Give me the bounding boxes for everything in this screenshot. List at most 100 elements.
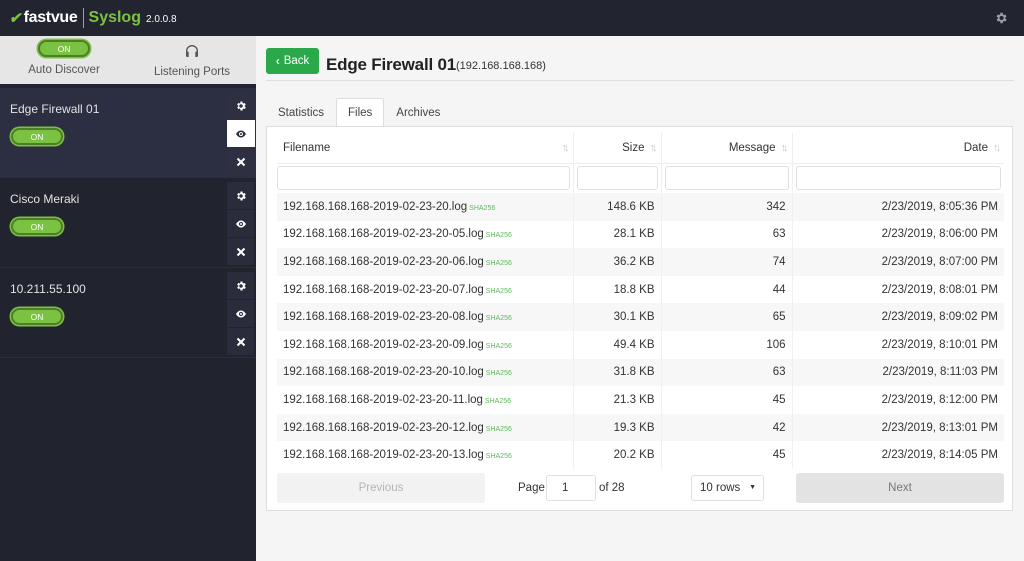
sha256-link[interactable]: SHA256 <box>485 398 511 405</box>
auto-discover-label: Auto Discover <box>28 64 100 76</box>
sha256-link[interactable]: SHA256 <box>486 315 512 322</box>
cell-filename: 192.168.168.168-2019-02-23-20-07.log SHA2… <box>277 275 574 304</box>
cell-message: 342 <box>661 193 793 221</box>
device-actions <box>227 272 255 356</box>
next-button[interactable]: Next <box>796 473 1004 503</box>
cell-message: 42 <box>661 413 793 442</box>
cell-date: 2/23/2019, 8:11:03 PM <box>882 366 998 379</box>
top-bar: ✔ fastvue Syslog 2.0.0.8 <box>0 0 1024 36</box>
main-content: ‹ Back Edge Firewall 01 (192.168.168.168… <box>256 36 1024 561</box>
cell-date: 2/23/2019, 8:14:05 PM <box>881 449 998 462</box>
back-button-label: Back <box>283 55 310 67</box>
device-view-button[interactable] <box>227 300 254 327</box>
device-settings-button[interactable] <box>227 272 254 299</box>
page-title: Edge Firewall 01 <box>326 55 457 74</box>
device-view-button[interactable] <box>227 210 254 237</box>
cell-date: 2/23/2019, 8:07:00 PM <box>881 255 998 268</box>
tabs: Statistics Files Archives <box>266 98 452 127</box>
previous-button[interactable]: Previous <box>277 473 485 503</box>
files-table: Filename ↑↓ Size ↑↓ Message ↑↓ Date ↑↓ 192.1… <box>277 133 1004 469</box>
sidebar-controls: ON Auto Discover Listening Ports <box>0 36 256 88</box>
sha256-link[interactable]: SHA256 <box>486 453 512 460</box>
settings-gear-icon[interactable] <box>994 11 1008 25</box>
cell-message: 65 <box>661 303 793 331</box>
device-remove-button[interactable] <box>227 148 254 175</box>
cell-message: 106 <box>661 330 793 359</box>
back-button[interactable]: ‹ Back <box>266 48 319 74</box>
table-row: 192.168.168.168-2019-02-23-20.log SHA256 1… <box>277 193 1004 221</box>
device-toggle[interactable]: ON <box>11 308 63 325</box>
cell-date: 2/23/2019, 8:08:01 PM <box>881 283 998 296</box>
device-settings-button[interactable] <box>227 92 254 119</box>
table-row: 192.168.168.168-2019-02-23-20-07.log SHA2… <box>277 275 1004 304</box>
cell-message: 44 <box>661 275 793 304</box>
tab-statistics[interactable]: Statistics <box>266 98 336 127</box>
close-icon <box>236 157 245 166</box>
table-row: 192.168.168.168-2019-02-23-20-08.log SHA2… <box>277 303 1004 331</box>
table-header-row: Filename ↑↓ Size ↑↓ Message ↑↓ Date ↑↓ <box>277 133 1004 164</box>
files-panel: Filename ↑↓ Size ↑↓ Message ↑↓ Date ↑↓ 192.1… <box>266 126 1013 511</box>
cell-message: 74 <box>661 248 793 276</box>
cell-size: 49.4 KB <box>573 330 662 359</box>
table-row: 192.168.168.168-2019-02-23-20-13.log SHA2… <box>277 441 1004 469</box>
sha256-link[interactable]: SHA256 <box>486 260 512 267</box>
message-filter-input[interactable] <box>664 166 789 191</box>
cell-filename: 192.168.168.168-2019-02-23-20.log SHA256 <box>277 193 574 221</box>
sha256-link[interactable]: SHA256 <box>486 343 512 350</box>
sha256-link[interactable]: SHA256 <box>486 232 512 239</box>
close-icon <box>236 247 245 256</box>
cell-size: 19.3 KB <box>573 413 662 442</box>
device-remove-button[interactable] <box>227 328 254 355</box>
rows-per-page-select[interactable]: 10 rows ▼ <box>691 475 764 501</box>
device-item-edge-firewall[interactable]: Edge Firewall 01 ON <box>0 88 256 178</box>
cell-size: 30.1 KB <box>573 303 662 331</box>
date-filter-input[interactable] <box>795 166 1001 191</box>
device-item-cisco-meraki[interactable]: Cisco Meraki ON <box>0 178 256 268</box>
sidebar: ON Auto Discover Listening Ports Edge Fi… <box>0 36 256 561</box>
cell-message: 45 <box>661 441 793 469</box>
listening-ports-label: Listening Ports <box>153 66 231 78</box>
device-view-button[interactable] <box>227 120 255 147</box>
column-header-message[interactable]: Message ↑↓ <box>661 133 793 164</box>
device-toggle[interactable]: ON <box>11 128 63 145</box>
pagination: Previous Page of 28 10 rows ▼ Next <box>277 473 1004 503</box>
device-toggle[interactable]: ON <box>11 218 63 235</box>
cell-size: 148.6 KB <box>573 193 662 221</box>
sha256-link[interactable]: SHA256 <box>486 370 512 377</box>
device-remove-button[interactable] <box>227 238 254 265</box>
cell-date: 2/23/2019, 8:13:01 PM <box>881 421 998 434</box>
close-icon <box>236 337 245 346</box>
cell-date: 2/23/2019, 8:05:36 PM <box>881 200 998 213</box>
tab-files[interactable]: Files <box>336 98 385 127</box>
cell-date: 2/23/2019, 8:10:01 PM <box>881 338 998 351</box>
table-body: 192.168.168.168-2019-02-23-20.log SHA256 1… <box>277 193 1004 469</box>
device-item-10-211-55-100[interactable]: 10.211.55.100 ON <box>0 268 256 358</box>
sha256-link[interactable]: SHA256 <box>486 288 512 295</box>
column-header-size[interactable]: Size ↑↓ <box>573 133 662 164</box>
headphones-icon <box>184 43 200 59</box>
size-filter-input[interactable] <box>576 166 658 191</box>
sha256-link[interactable]: SHA256 <box>486 426 512 433</box>
tab-archives[interactable]: Archives <box>384 98 452 127</box>
listening-ports-button[interactable]: Listening Ports <box>128 36 256 84</box>
filename-filter-input[interactable] <box>277 166 570 191</box>
eye-icon <box>235 310 246 317</box>
cell-date: 2/23/2019, 8:12:00 PM <box>881 393 998 406</box>
cell-filename: 192.168.168.168-2019-02-23-20-10.log SHA2… <box>277 358 574 387</box>
cell-filename: 192.168.168.168-2019-02-23-20-11.log SHA2… <box>277 386 574 414</box>
device-ip: (192.168.168.168) <box>456 60 546 72</box>
cell-filename: 192.168.168.168-2019-02-23-20-13.log SHA2… <box>277 441 574 469</box>
column-header-date[interactable]: Date ↑↓ <box>792 133 1004 164</box>
table-row: 192.168.168.168-2019-02-23-20-10.log SHA2… <box>277 358 1004 387</box>
sha256-link[interactable]: SHA256 <box>469 205 495 212</box>
device-settings-button[interactable] <box>227 182 254 209</box>
auto-discover-toggle[interactable]: ON <box>38 40 90 57</box>
page-number-input[interactable] <box>546 475 596 501</box>
table-row: 192.168.168.168-2019-02-23-20-09.log SHA2… <box>277 330 1004 359</box>
table-row: 192.168.168.168-2019-02-23-20-11.log SHA2… <box>277 386 1004 414</box>
cell-size: 18.8 KB <box>573 275 662 304</box>
eye-icon <box>236 130 246 137</box>
column-header-filename[interactable]: Filename ↑↓ <box>277 133 574 164</box>
page-label: Page <box>518 482 545 494</box>
gear-icon <box>236 281 246 290</box>
